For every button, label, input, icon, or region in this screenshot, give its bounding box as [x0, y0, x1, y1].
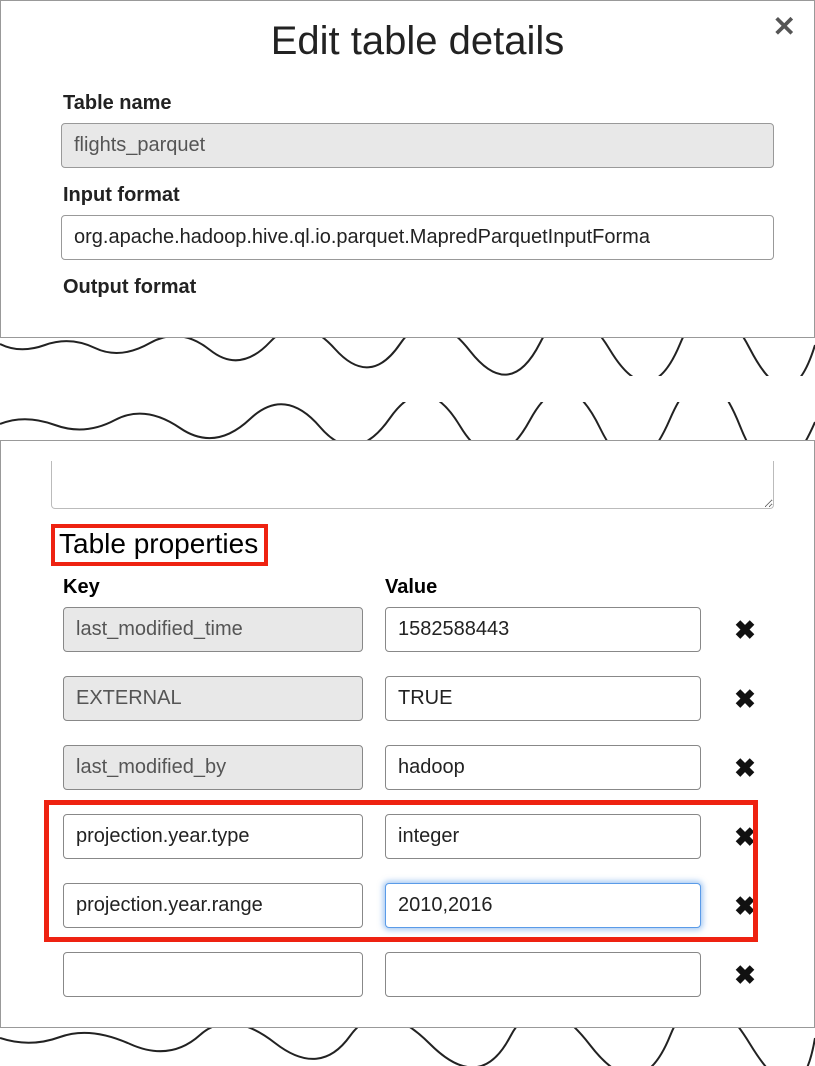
dialog-top: ✕ Edit table details Table name Input fo…	[0, 0, 815, 338]
input-format-label: Input format	[63, 184, 774, 207]
property-key-input[interactable]	[63, 745, 363, 790]
remove-row-icon[interactable]: ✖	[723, 824, 767, 850]
dialog-title: Edit table details	[61, 19, 774, 64]
torn-edge-icon	[0, 336, 815, 376]
properties-rows: ✖ ✖ ✖ ✖ ✖ ✖	[51, 607, 774, 997]
table-row: ✖	[63, 676, 774, 721]
property-key-input[interactable]	[63, 883, 363, 928]
remove-row-icon[interactable]: ✖	[723, 686, 767, 712]
column-value-label: Value	[385, 576, 701, 599]
serde-params-textarea[interactable]	[51, 461, 774, 509]
table-properties-heading: Table properties	[51, 524, 268, 566]
property-value-input[interactable]	[385, 952, 701, 997]
output-format-label: Output format	[63, 276, 774, 299]
properties-columns: Key Value	[63, 576, 774, 599]
close-icon[interactable]: ✕	[773, 13, 796, 41]
table-row: ✖	[63, 607, 774, 652]
property-key-input[interactable]	[63, 814, 363, 859]
torn-edge-icon	[0, 1026, 815, 1066]
table-row: ✖	[63, 883, 774, 928]
remove-row-icon[interactable]: ✖	[723, 755, 767, 781]
property-value-input[interactable]	[385, 814, 701, 859]
property-key-input[interactable]	[63, 607, 363, 652]
property-value-input[interactable]	[385, 676, 701, 721]
torn-edge-icon	[0, 402, 815, 442]
table-name-label: Table name	[63, 92, 774, 115]
input-format-input[interactable]	[61, 215, 774, 260]
table-name-input[interactable]	[61, 123, 774, 168]
property-value-input[interactable]	[385, 745, 701, 790]
property-key-input[interactable]	[63, 952, 363, 997]
remove-row-icon[interactable]: ✖	[723, 893, 767, 919]
property-value-input[interactable]	[385, 607, 701, 652]
column-key-label: Key	[63, 576, 363, 599]
table-row: ✖	[63, 745, 774, 790]
dialog-bottom: Table properties Key Value ✖ ✖ ✖ ✖ ✖ ✖	[0, 440, 815, 1028]
property-value-input[interactable]	[385, 883, 701, 928]
property-key-input[interactable]	[63, 676, 363, 721]
remove-row-icon[interactable]: ✖	[723, 962, 767, 988]
remove-row-icon[interactable]: ✖	[723, 617, 767, 643]
table-row: ✖	[63, 952, 774, 997]
table-row: ✖	[63, 814, 774, 859]
